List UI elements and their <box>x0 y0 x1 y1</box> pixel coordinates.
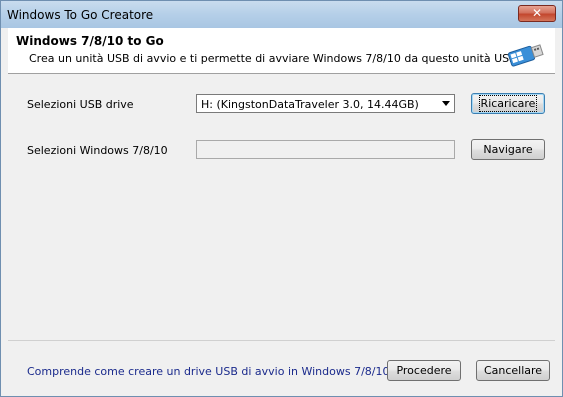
app-window: Windows To Go Creatore ✕ Windows 7/8/10 … <box>0 0 563 397</box>
footer-divider <box>8 340 555 341</box>
close-icon: ✕ <box>531 6 543 20</box>
close-button[interactable]: ✕ <box>518 5 556 22</box>
cancel-button[interactable]: Cancellare <box>476 360 550 381</box>
usb-drive-select[interactable]: H: (KingstonDataTraveler 3.0, 14.44GB) <box>196 94 455 113</box>
browse-button[interactable]: Navigare <box>471 139 545 160</box>
main-content: Selezioni USB drive H: (KingstonDataTrav… <box>8 74 555 389</box>
windows-image-field[interactable] <box>196 140 455 159</box>
reload-button-label: Ricaricare <box>478 95 538 112</box>
proceed-button[interactable]: Procedere <box>387 360 461 381</box>
windows-image-label: Selezioni Windows 7/8/10 <box>27 144 168 157</box>
help-link[interactable]: Comprende come creare un drive USB di av… <box>27 365 401 378</box>
reload-button[interactable]: Ricaricare <box>471 93 545 114</box>
browse-button-label: Navigare <box>483 143 533 156</box>
header-title: Windows 7/8/10 to Go <box>16 34 164 48</box>
usb-drive-label: Selezioni USB drive <box>27 98 134 111</box>
cancel-button-label: Cancellare <box>483 364 543 377</box>
usb-drive-icon <box>507 44 544 67</box>
proceed-button-label: Procedere <box>396 364 452 377</box>
usb-drive-selected: H: (KingstonDataTraveler 3.0, 14.44GB) <box>201 98 419 111</box>
title-bar[interactable]: Windows To Go Creatore ✕ <box>1 1 562 28</box>
header-description: Crea un unità USB di avvio e ti permette… <box>29 52 521 65</box>
header-banner: Windows 7/8/10 to Go Crea un unità USB d… <box>8 28 555 74</box>
chevron-down-icon <box>442 101 450 106</box>
window-title: Windows To Go Creatore <box>7 8 154 22</box>
